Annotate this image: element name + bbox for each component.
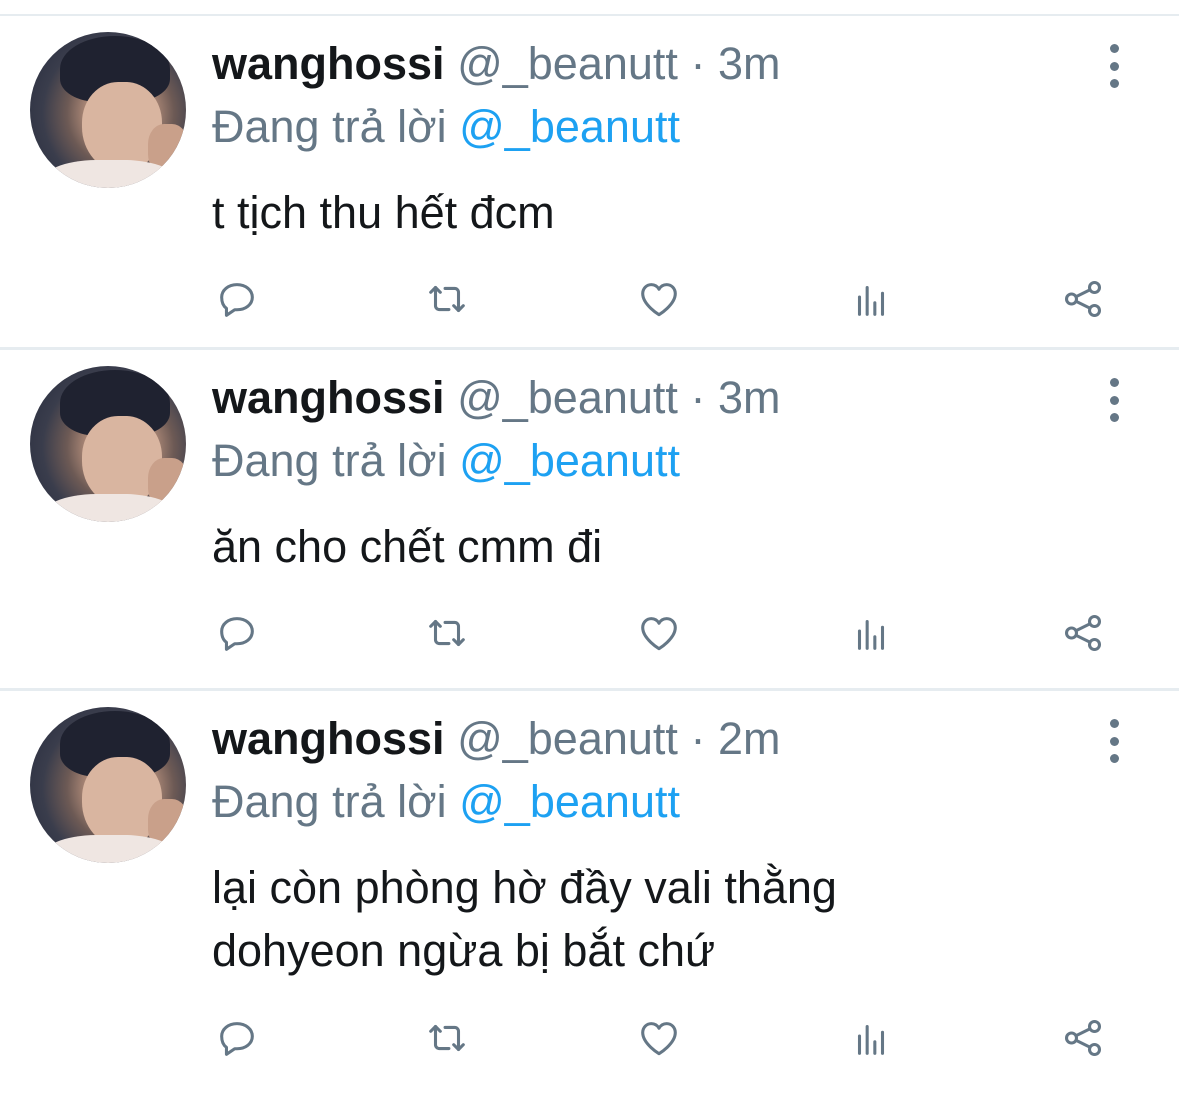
reply-icon bbox=[220, 283, 254, 317]
retweet-icon bbox=[429, 1024, 465, 1052]
more-vertical-icon[interactable] bbox=[1100, 719, 1128, 763]
reply-context: Đang trả lời @_beanutt bbox=[212, 435, 680, 487]
like-button[interactable] bbox=[634, 608, 684, 658]
tweet-header: wanghossi @_beanutt · 2m bbox=[212, 713, 780, 765]
reply-prefix: Đang trả lời bbox=[212, 776, 447, 827]
reply-mention-link[interactable]: @_beanutt bbox=[459, 776, 680, 827]
reply-button[interactable] bbox=[212, 608, 262, 658]
reply-mention-link[interactable]: @_beanutt bbox=[459, 101, 680, 152]
tweet-text-line: dohyeon ngừa bị bắt chứ bbox=[212, 925, 716, 976]
reply-icon bbox=[220, 617, 254, 651]
more-vertical-icon[interactable] bbox=[1100, 44, 1128, 88]
share-button[interactable] bbox=[1058, 608, 1108, 658]
reply-context: Đang trả lời @_beanutt bbox=[212, 101, 680, 153]
tweet-header: wanghossi @_beanutt · 3m bbox=[212, 38, 780, 90]
share-icon bbox=[1064, 280, 1102, 318]
reply-icon bbox=[220, 1022, 254, 1056]
like-button[interactable] bbox=[634, 1013, 684, 1063]
action-bar bbox=[0, 1013, 1179, 1063]
analytics-icon bbox=[857, 1024, 885, 1055]
tweet-header: wanghossi @_beanutt · 3m bbox=[212, 372, 780, 424]
timestamp[interactable]: 3m bbox=[718, 38, 781, 89]
share-button[interactable] bbox=[1058, 1013, 1108, 1063]
retweet-button[interactable] bbox=[422, 608, 472, 658]
share-button[interactable] bbox=[1058, 274, 1108, 324]
analytics-button[interactable] bbox=[846, 1013, 896, 1063]
display-name[interactable]: wanghossi bbox=[212, 713, 445, 764]
retweet-button[interactable] bbox=[422, 274, 472, 324]
timestamp[interactable]: 2m bbox=[718, 713, 781, 764]
action-bar bbox=[0, 608, 1179, 658]
analytics-icon bbox=[857, 619, 885, 650]
reply-prefix: Đang trả lời bbox=[212, 101, 447, 152]
user-handle[interactable]: @_beanutt bbox=[457, 713, 678, 764]
user-handle[interactable]: @_beanutt bbox=[457, 372, 678, 423]
heart-icon bbox=[641, 283, 677, 317]
reply-button[interactable] bbox=[212, 274, 262, 324]
separator-dot: · bbox=[690, 372, 706, 423]
retweet-icon bbox=[429, 285, 465, 313]
action-bar bbox=[0, 274, 1179, 324]
avatar[interactable] bbox=[30, 366, 186, 522]
tweet[interactable]: wanghossi @_beanutt · 2m Đang trả lời @_… bbox=[0, 691, 1179, 1095]
heart-icon bbox=[641, 617, 677, 651]
reply-mention-link[interactable]: @_beanutt bbox=[459, 435, 680, 486]
reply-context: Đang trả lời @_beanutt bbox=[212, 776, 680, 828]
separator-dot: · bbox=[690, 38, 706, 89]
avatar[interactable] bbox=[30, 32, 186, 188]
retweet-button[interactable] bbox=[422, 1013, 472, 1063]
tweet-text: t tịch thu hết đcm bbox=[212, 187, 555, 238]
more-vertical-icon[interactable] bbox=[1100, 378, 1128, 422]
tweet-feed: wanghossi @_beanutt · 3m Đang trả lời @_… bbox=[0, 16, 1179, 1095]
reply-button[interactable] bbox=[212, 1013, 262, 1063]
tweet-text: lại còn phòng hờ đầy vali thằng dohyeon … bbox=[212, 856, 1112, 982]
user-handle[interactable]: @_beanutt bbox=[457, 38, 678, 89]
heart-icon bbox=[641, 1022, 677, 1056]
display-name[interactable]: wanghossi bbox=[212, 38, 445, 89]
analytics-icon bbox=[857, 285, 885, 316]
avatar[interactable] bbox=[30, 707, 186, 863]
timestamp[interactable]: 3m bbox=[718, 372, 781, 423]
analytics-button[interactable] bbox=[846, 274, 896, 324]
display-name[interactable]: wanghossi bbox=[212, 372, 445, 423]
tweet-text: ăn cho chết cmm đi bbox=[212, 521, 603, 572]
share-icon bbox=[1064, 614, 1102, 652]
analytics-button[interactable] bbox=[846, 608, 896, 658]
reply-prefix: Đang trả lời bbox=[212, 435, 447, 486]
like-button[interactable] bbox=[634, 274, 684, 324]
share-icon bbox=[1064, 1019, 1102, 1057]
retweet-icon bbox=[429, 619, 465, 647]
tweet[interactable]: wanghossi @_beanutt · 3m Đang trả lời @_… bbox=[0, 350, 1179, 691]
tweet-text-line: lại còn phòng hờ đầy vali thằng bbox=[212, 862, 837, 913]
separator-dot: · bbox=[690, 713, 706, 764]
tweet[interactable]: wanghossi @_beanutt · 3m Đang trả lời @_… bbox=[0, 16, 1179, 350]
